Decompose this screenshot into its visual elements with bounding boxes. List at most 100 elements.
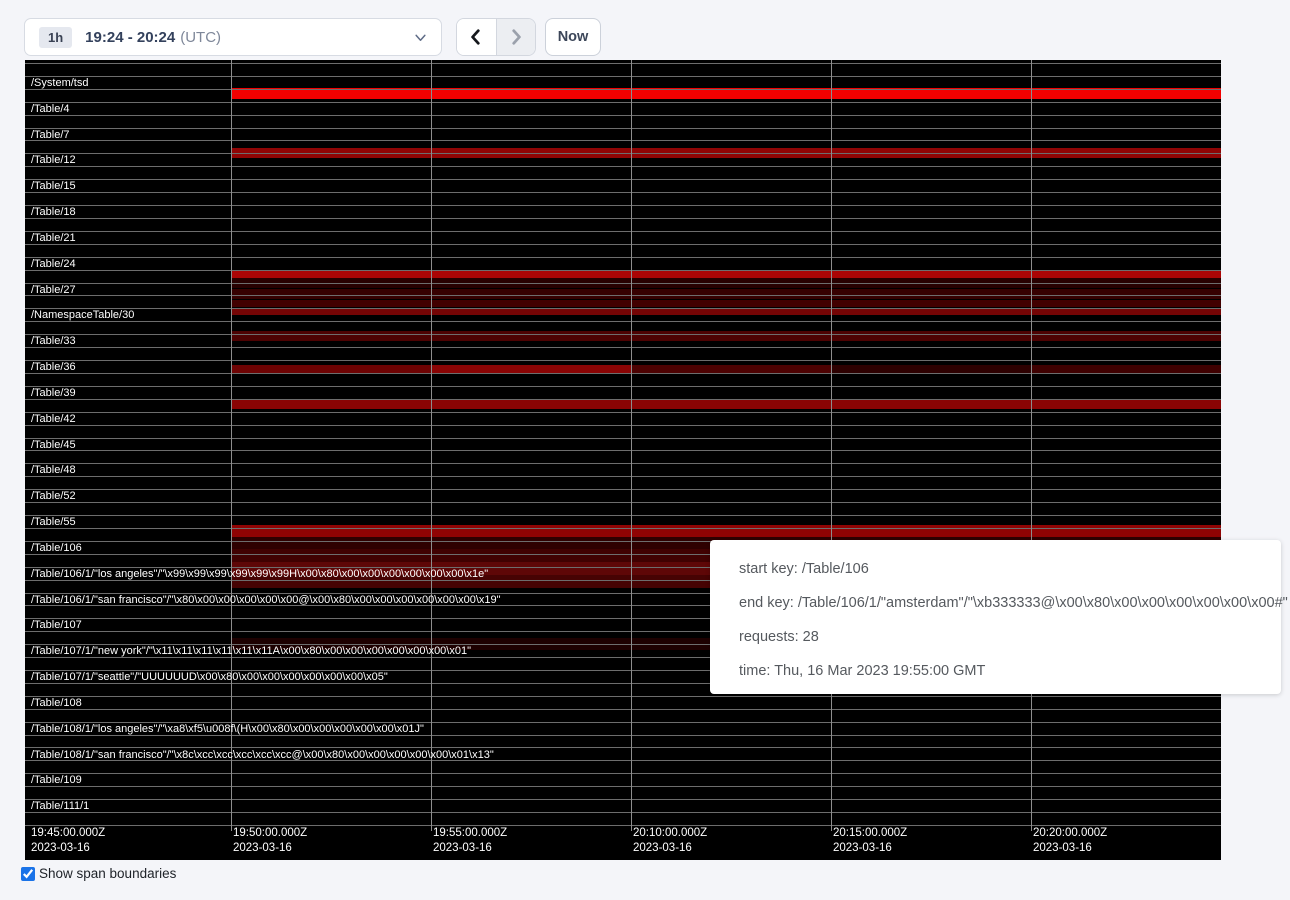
span-boundary-line: [25, 153, 1221, 154]
heatmap-band[interactable]: [831, 289, 1031, 299]
heatmap-band[interactable]: [231, 549, 431, 562]
footer: Show span boundaries: [21, 866, 176, 881]
time-range-selector[interactable]: 1h 19:24 - 20:24 (UTC): [24, 18, 442, 56]
heatmap-band[interactable]: [631, 270, 831, 278]
heatmap-band[interactable]: [231, 525, 431, 537]
span-tooltip: start key: /Table/106 end key: /Table/10…: [710, 540, 1281, 694]
row-label: /Table/106/1/"los angeles"/"\x99\x99\x99…: [31, 568, 488, 581]
x-axis-tick-date: 2023-03-16: [31, 841, 105, 855]
heatmap-band[interactable]: [631, 525, 831, 537]
span-boundary-line: [25, 321, 1221, 322]
x-axis-tick-date: 2023-03-16: [433, 841, 507, 855]
heatmap-band[interactable]: [831, 300, 1031, 307]
span-boundary-line: [25, 450, 1221, 451]
row-label: /Table/36: [31, 361, 76, 374]
x-axis-tick: 20:10:00.000Z2023-03-16: [633, 826, 707, 855]
heatmap-band[interactable]: [1031, 270, 1221, 278]
heatmap-band[interactable]: [431, 525, 631, 537]
span-boundary-line: [25, 489, 1221, 490]
x-axis-tick-date: 2023-03-16: [1033, 841, 1107, 855]
heatmap-band[interactable]: [831, 399, 1031, 409]
heatmap-band[interactable]: [231, 289, 431, 299]
tooltip-start-key: start key: /Table/106: [739, 559, 1281, 593]
row-label: /Table/106/1/"san francisco"/"\x80\x00\x…: [31, 594, 501, 607]
row-label: /Table/33: [31, 335, 76, 348]
time-gridline: [831, 60, 832, 831]
heatmap-band[interactable]: [1031, 399, 1221, 409]
row-label: /Table/106: [31, 542, 82, 555]
row-label: /Table/18: [31, 206, 76, 219]
span-boundary-line: [25, 102, 1221, 103]
time-nav-button-group: [456, 18, 536, 56]
span-boundary-line: [25, 283, 1221, 284]
now-button[interactable]: Now: [545, 18, 601, 56]
time-gridline: [631, 60, 632, 831]
heatmap-band[interactable]: [1031, 289, 1221, 299]
row-label: /System/tsd: [31, 77, 88, 90]
x-axis-tick: 20:20:00.000Z2023-03-16: [1033, 826, 1107, 855]
heatmap-band[interactable]: [231, 399, 431, 409]
heatmap-band[interactable]: [231, 300, 431, 307]
span-boundary-line: [25, 63, 1221, 64]
prev-time-button[interactable]: [457, 19, 496, 55]
span-boundary-line: [25, 399, 1221, 400]
row-label: /Table/4: [31, 103, 70, 116]
row-label: /Table/111/1: [31, 800, 89, 813]
tooltip-requests: requests: 28: [739, 627, 1281, 661]
heatmap-band[interactable]: [631, 399, 831, 409]
tooltip-end-key: end key: /Table/106/1/"amsterdam"/"\xb33…: [739, 593, 1281, 627]
heatmap-band[interactable]: [1031, 300, 1221, 307]
show-span-boundaries-checkbox[interactable]: [21, 867, 35, 881]
x-axis-tick-time: 19:45:00.000Z: [31, 826, 105, 840]
x-axis-tick-time: 20:10:00.000Z: [633, 826, 707, 840]
heatmap-band[interactable]: [831, 270, 1031, 278]
span-boundary-line: [25, 257, 1221, 258]
heatmap-band[interactable]: [231, 331, 431, 341]
span-boundary-line: [25, 179, 1221, 180]
row-label: /Table/48: [31, 464, 76, 477]
heatmap-band[interactable]: [431, 399, 631, 409]
heatmap-band[interactable]: [631, 300, 831, 307]
range-timezone: (UTC): [180, 29, 221, 46]
span-boundary-line: [25, 373, 1221, 374]
heatmap-band[interactable]: [431, 300, 631, 307]
row-label: /Table/24: [31, 258, 76, 271]
row-label: /Table/108: [31, 697, 82, 710]
next-time-button-disabled: [496, 19, 535, 55]
heatmap-band[interactable]: [231, 270, 431, 278]
span-boundary-line: [25, 515, 1221, 516]
row-label: /Table/107/1/"seattle"/"UUUUUUD\x00\x80\…: [31, 671, 388, 684]
heatmap-band[interactable]: [431, 549, 631, 562]
span-boundary-line: [25, 295, 1221, 296]
heatmap-band[interactable]: [631, 331, 831, 341]
heatmap-band[interactable]: [431, 331, 631, 341]
row-label: /Table/52: [31, 490, 76, 503]
span-boundary-line: [25, 270, 1221, 271]
row-label: /Table/108/1/"los angeles"/"\xa8\xf5\u00…: [31, 723, 424, 736]
span-boundary-line: [25, 476, 1221, 477]
heatmap-band[interactable]: [431, 537, 631, 549]
row-label: /Table/21: [31, 232, 76, 245]
span-boundary-line: [25, 463, 1221, 464]
span-boundary-line: [25, 244, 1221, 245]
x-axis-tick: 19:50:00.000Z2023-03-16: [233, 826, 307, 855]
heatmap-band[interactable]: [431, 289, 631, 299]
x-axis-tick-time: 20:20:00.000Z: [1033, 826, 1107, 840]
x-axis-tick-date: 2023-03-16: [833, 841, 907, 855]
range-text: 19:24 - 20:24: [85, 29, 175, 46]
span-boundary-line: [25, 773, 1221, 774]
heatmap-band[interactable]: [231, 537, 431, 549]
heatmap[interactable]: /System/tsd/Table/4/Table/7/Table/12/Tab…: [25, 60, 1221, 860]
chevron-down-icon: [414, 31, 427, 44]
heatmap-band[interactable]: [1031, 525, 1221, 537]
heatmap-band[interactable]: [631, 289, 831, 299]
heatmap-band[interactable]: [431, 270, 631, 278]
heatmap-band[interactable]: [1031, 331, 1221, 341]
span-boundary-line: [25, 502, 1221, 503]
span-boundary-line: [25, 128, 1221, 129]
heatmap-band[interactable]: [831, 525, 1031, 537]
span-boundary-line: [25, 528, 1221, 529]
x-axis-tick-date: 2023-03-16: [233, 841, 307, 855]
heatmap-band[interactable]: [831, 331, 1031, 341]
row-label: /Table/27: [31, 284, 76, 297]
